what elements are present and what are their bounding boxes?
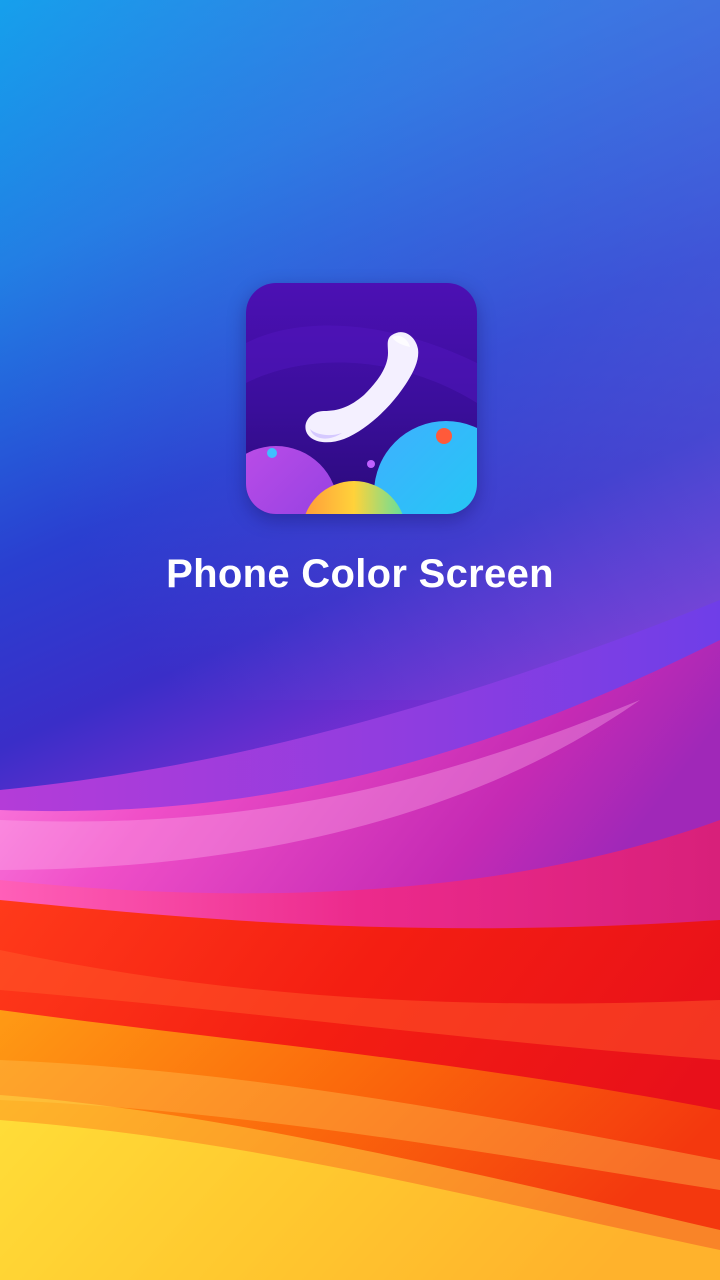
- splash-background: [0, 0, 720, 1280]
- app-title: Phone Color Screen: [166, 552, 554, 596]
- app-logo-icon: [246, 283, 477, 514]
